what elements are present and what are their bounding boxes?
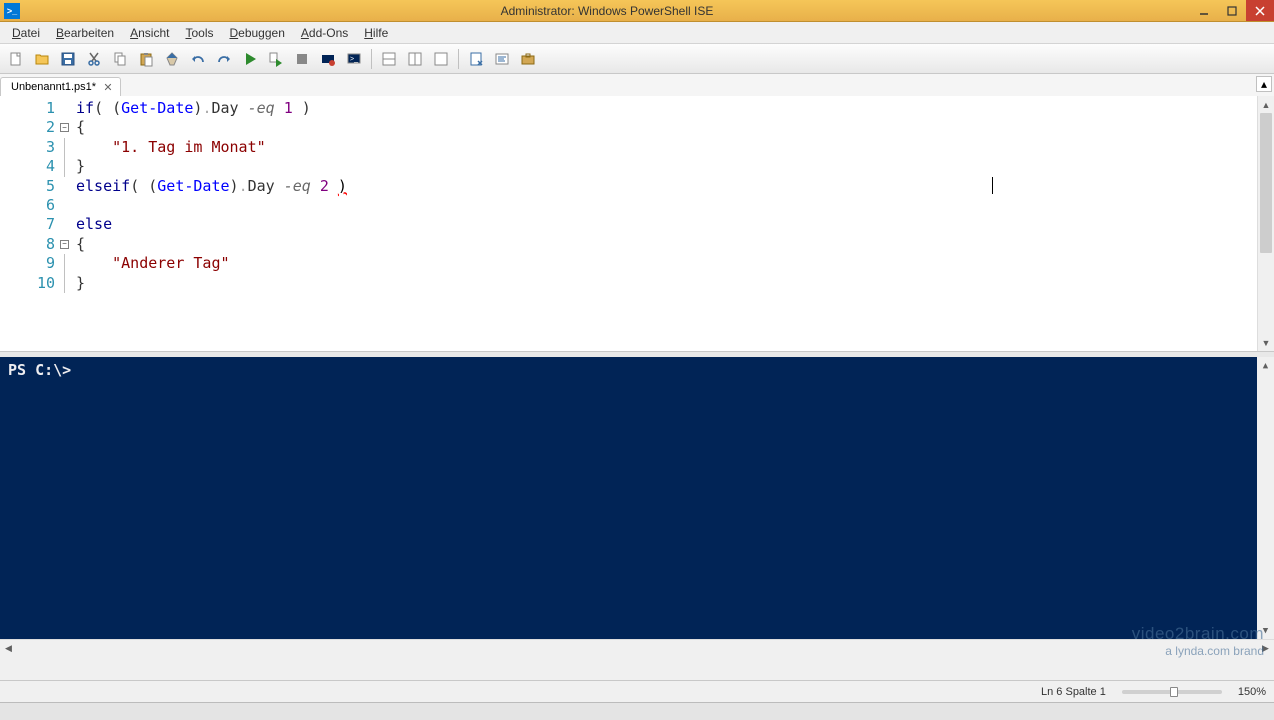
maximize-button[interactable] <box>1218 0 1246 21</box>
line-number: 2 <box>0 118 58 137</box>
console-horizontal-scrollbar[interactable]: ◀ ▶ <box>0 639 1274 656</box>
tab-label: Unbenannt1.ps1* <box>11 81 96 93</box>
save-icon[interactable] <box>56 47 80 71</box>
new-file-icon[interactable] <box>4 47 28 71</box>
paste-icon[interactable] <box>134 47 158 71</box>
stop-icon[interactable] <box>290 47 314 71</box>
code-line[interactable]: elseif( (Get-Date).Day -eq 2 ) <box>76 177 1274 196</box>
menu-tools[interactable]: Tools <box>177 24 221 42</box>
fold-cell[interactable] <box>58 138 76 157</box>
tab-close-icon[interactable]: ✕ <box>102 81 114 93</box>
code-line[interactable]: if( (Get-Date).Day -eq 1 ) <box>76 99 1274 118</box>
line-number: 5 <box>0 177 58 196</box>
line-number: 7 <box>0 215 58 234</box>
redo-icon[interactable] <box>212 47 236 71</box>
open-file-icon[interactable] <box>30 47 54 71</box>
scroll-right-icon[interactable]: ▶ <box>1257 640 1274 656</box>
close-button[interactable] <box>1246 0 1274 21</box>
remote-icon[interactable]: >_ <box>342 47 366 71</box>
line-number: 1 <box>0 99 58 118</box>
scroll-left-icon[interactable]: ◀ <box>0 640 17 656</box>
window-title: Administrator: Windows PowerShell ISE <box>24 4 1190 18</box>
tab-unbenannt1[interactable]: Unbenannt1.ps1* ✕ <box>0 77 121 96</box>
zoom-slider-thumb[interactable] <box>1170 687 1178 697</box>
menu-hilfe[interactable]: Hilfe <box>356 24 396 42</box>
menu-datei[interactable]: Datei <box>4 24 48 42</box>
scrollbar-thumb[interactable] <box>1260 113 1272 253</box>
fold-column[interactable]: −− <box>58 96 76 351</box>
layout3-icon[interactable] <box>429 47 453 71</box>
code-line[interactable]: "1. Tag im Monat" <box>76 138 1274 157</box>
text-caret <box>992 177 993 194</box>
line-number: 3 <box>0 138 58 157</box>
code-line[interactable] <box>76 196 1274 215</box>
status-position: Ln 6 Spalte 1 <box>1041 686 1106 698</box>
layout2-icon[interactable] <box>403 47 427 71</box>
breakpoint-icon[interactable] <box>316 47 340 71</box>
fold-cell[interactable] <box>58 99 76 118</box>
console-pane[interactable]: PS C:\> ▲ ▼ <box>0 357 1274 639</box>
copy-icon[interactable] <box>108 47 132 71</box>
line-number: 8 <box>0 235 58 254</box>
code-editor[interactable]: 12345678910 −− if( (Get-Date).Day -eq 1 … <box>0 96 1274 352</box>
code-line[interactable]: { <box>76 118 1274 137</box>
app-icon: >_ <box>4 3 20 19</box>
code-line[interactable]: else <box>76 215 1274 234</box>
fold-cell[interactable] <box>58 196 76 215</box>
layout1-icon[interactable] <box>377 47 401 71</box>
svg-text:>_: >_ <box>350 56 358 63</box>
code-line[interactable]: } <box>76 157 1274 176</box>
undo-icon[interactable] <box>186 47 210 71</box>
tab-bar: Unbenannt1.ps1* ✕ ▴ <box>0 74 1274 96</box>
fold-cell[interactable]: − <box>58 118 76 137</box>
status-zoom: 150% <box>1238 686 1266 698</box>
menu-bearbeiten[interactable]: Bearbeiten <box>48 24 122 42</box>
zoom-slider[interactable] <box>1122 690 1222 694</box>
fold-cell[interactable] <box>58 215 76 234</box>
run-icon[interactable] <box>238 47 262 71</box>
show-command-icon[interactable] <box>490 47 514 71</box>
editor-vertical-scrollbar[interactable]: ▲ ▼ <box>1257 96 1274 351</box>
taskbar <box>0 702 1274 720</box>
code-line[interactable]: "Anderer Tag" <box>76 254 1274 273</box>
line-number: 4 <box>0 157 58 176</box>
console-vertical-scrollbar[interactable]: ▲ ▼ <box>1257 357 1274 639</box>
line-number: 9 <box>0 254 58 273</box>
scroll-up-button[interactable]: ▴ <box>1256 76 1272 92</box>
fold-cell[interactable]: − <box>58 235 76 254</box>
code-area[interactable]: if( (Get-Date).Day -eq 1 ){ "1. Tag im M… <box>76 96 1274 351</box>
menu-add-ons[interactable]: Add-Ons <box>293 24 356 42</box>
run-selection-icon[interactable] <box>264 47 288 71</box>
menubar: DateiBearbeitenAnsichtToolsDebuggenAdd-O… <box>0 22 1274 44</box>
menu-debuggen[interactable]: Debuggen <box>221 24 292 42</box>
line-number-gutter: 12345678910 <box>0 96 58 351</box>
fold-cell[interactable] <box>58 274 76 293</box>
titlebar: >_ Administrator: Windows PowerShell ISE <box>0 0 1274 22</box>
scroll-up-icon[interactable]: ▲ <box>1258 96 1274 113</box>
fold-cell[interactable] <box>58 157 76 176</box>
code-line[interactable]: } <box>76 274 1274 293</box>
line-number: 10 <box>0 274 58 293</box>
line-number: 6 <box>0 196 58 215</box>
console-prompt: PS C:\> <box>8 361 71 379</box>
fold-cell[interactable] <box>58 254 76 273</box>
status-bar: Ln 6 Spalte 1 150% <box>0 680 1274 702</box>
fold-cell[interactable] <box>58 177 76 196</box>
scroll-up-icon[interactable]: ▲ <box>1257 357 1274 374</box>
minimize-button[interactable] <box>1190 0 1218 21</box>
toolbox-icon[interactable] <box>516 47 540 71</box>
scroll-down-icon[interactable]: ▼ <box>1257 622 1274 639</box>
menu-ansicht[interactable]: Ansicht <box>122 24 177 42</box>
cut-icon[interactable] <box>82 47 106 71</box>
toolbar: >_ <box>0 44 1274 74</box>
show-script-icon[interactable] <box>464 47 488 71</box>
clear-icon[interactable] <box>160 47 184 71</box>
code-line[interactable]: { <box>76 235 1274 254</box>
scroll-down-icon[interactable]: ▼ <box>1258 334 1274 351</box>
